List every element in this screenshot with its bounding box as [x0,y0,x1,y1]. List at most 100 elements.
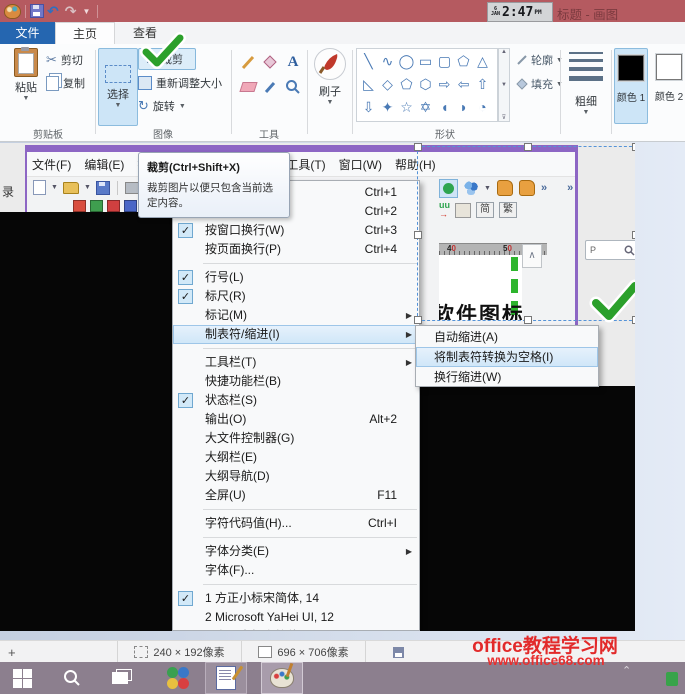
task-view-button[interactable] [98,662,142,694]
shape-cell[interactable]: ◗ [454,96,473,119]
shape-cell[interactable]: ◯ [397,50,416,73]
shape-gallery-scrollbar[interactable]: ▲ ▼ ⊽ [498,48,510,122]
menu-item[interactable]: ✓1 方正小标宋简体, 14 [173,589,419,608]
app-menu-item[interactable]: 工具(T) [286,156,325,173]
menu-item[interactable]: 字体(F)... [173,561,419,580]
shape-cell[interactable]: △ [473,50,492,73]
selection-handle[interactable] [414,143,422,151]
menu-item[interactable]: 字体分类(E)▶ [173,542,419,561]
shape-cell[interactable]: ◺ [359,73,378,96]
delete-icon[interactable] [107,200,120,212]
columns-icon[interactable] [124,200,137,212]
menu-item[interactable]: ✓标尺(R) [173,287,419,306]
menu-item[interactable]: 全屏(U)F11 [173,486,419,505]
resize-button[interactable]: 重新调整大小 [138,73,234,93]
app-menu-item[interactable]: 文件(F) [32,156,71,173]
numbering-icon[interactable] [73,200,86,212]
menu-item[interactable]: 快捷功能栏(B) [173,372,419,391]
menu-item[interactable]: 自动缩进(A) [416,327,598,347]
menu-item-label: 换行缩进(W) [434,370,501,384]
text-icon[interactable]: A [283,52,303,72]
gallery-expand-icon[interactable]: ⊽ [502,114,506,121]
shape-cell[interactable]: ⇧ [473,73,492,96]
menu-item[interactable]: 换行缩进(W) [416,367,598,387]
new-document-icon[interactable] [33,180,46,195]
app-menu-item[interactable]: 窗口(W) [339,156,382,173]
copy-button[interactable]: 复制 [46,73,85,93]
cut-button[interactable]: ✂ 剪切 [46,50,83,70]
qat-dropdown-caret-icon[interactable]: ▼ [82,7,90,16]
shape-cell[interactable]: ╲ [359,50,378,73]
shape-cell[interactable]: ⬠ [454,50,473,73]
shape-cell[interactable]: ∿ [378,50,397,73]
select-button[interactable]: 选择 ▼ [98,48,138,126]
menu-item[interactable]: 按页面换行(P)Ctrl+4 [173,240,419,259]
menu-item[interactable]: 3 方正大标宋简体, 14 [173,627,419,631]
shape-cell[interactable]: ▢ [435,50,454,73]
selection-handle[interactable] [632,231,635,239]
selection-handle[interactable] [524,316,532,324]
shape-cell[interactable]: ◇ [378,73,397,96]
menu-item[interactable]: 将制表符转换为空格(I) [416,347,598,367]
save-icon[interactable] [96,181,110,195]
menu-item[interactable]: ✓按窗口换行(W)Ctrl+3 [173,221,419,240]
outline-button[interactable]: 轮廓▼ [516,52,563,68]
redo-icon[interactable]: ↷ [65,3,77,20]
menu-item[interactable]: 大文件控制器(G) [173,429,419,448]
shape-cell[interactable]: ☆ [397,96,416,119]
scroll-up-icon[interactable]: ▲ [501,49,507,55]
color-picker-icon[interactable] [260,77,280,97]
start-button[interactable] [0,662,45,694]
shape-cell[interactable]: ◔ [473,96,492,119]
menu-item[interactable]: ✓状态栏(S) [173,391,419,410]
selection-handle[interactable] [414,316,422,324]
menu-item[interactable]: 制表符/缩进(I)▶ [173,325,419,344]
taskbar-app-notepad[interactable] [205,662,247,694]
tray-green-icon[interactable] [666,672,678,686]
app-menu-item[interactable]: 编辑(E) [84,156,124,173]
menu-item[interactable]: 字符代码值(H)...Ctrl+I [173,514,419,533]
menu-item[interactable]: 输出(O)Alt+2 [173,410,419,429]
tab-home[interactable]: 主页 [55,22,115,44]
table-icon[interactable] [90,200,103,212]
menu-item[interactable]: 大纲栏(E) [173,448,419,467]
menu-item[interactable]: 标记(M)▶ [173,306,419,325]
taskbar-search-button[interactable] [50,662,94,694]
menu-item[interactable]: 工具栏(T)▶ [173,353,419,372]
shape-cell[interactable]: ✡ [416,96,435,119]
selection-handle[interactable] [524,143,532,151]
fill-bucket-icon[interactable] [260,52,280,72]
shape-cell[interactable]: ⬡ [416,73,435,96]
shape-cell[interactable]: ⇦ [454,73,473,96]
shape-cell[interactable]: ✦ [378,96,397,119]
save-icon[interactable] [30,4,44,18]
magnifier-icon[interactable] [283,77,303,97]
size-button[interactable]: 粗细 ▼ [564,52,608,116]
shape-cell[interactable]: ⇨ [435,73,454,96]
brushes-button[interactable]: 刷子 ▼ [310,48,350,106]
color1-button[interactable]: 颜色 1 [614,48,648,124]
shape-cell[interactable]: ⬠ [397,73,416,96]
undo-icon[interactable]: ↶ [47,3,59,20]
taskbar-app-emeditor[interactable] [158,662,198,694]
eraser-icon[interactable] [238,77,258,97]
selection-handle[interactable] [414,231,422,239]
fill-button[interactable]: 填充▼ [516,76,563,92]
menu-item-label: 快捷功能栏(B) [205,374,281,388]
shape-cell[interactable]: ▭ [416,50,435,73]
tab-file[interactable]: 文件 [0,22,55,44]
open-folder-icon[interactable] [63,182,79,194]
taskbar-app-paint[interactable] [261,662,303,694]
scroll-down-icon[interactable]: ▼ [501,82,507,88]
menu-item[interactable]: 2 Microsoft YaHei UI, 12 [173,608,419,627]
pencil-icon[interactable] [238,52,258,72]
selection-handle[interactable] [632,143,635,151]
shape-cell[interactable]: ⇩ [359,96,378,119]
paste-button[interactable]: 粘贴 ▼ [6,48,46,102]
menu-item[interactable]: 大纲导航(D) [173,467,419,486]
menu-item[interactable]: ✓行号(L) [173,268,419,287]
paint-canvas[interactable]: 文件(F)编辑(E)搜索(S)视图(V)宏(M)工具(T)窗口(W)帮助(H) … [0,143,635,631]
rotate-button[interactable]: ↻ 旋转 ▼ [138,96,208,116]
color2-button[interactable]: 颜色 2 [652,48,685,124]
shape-cell[interactable]: ◖ [435,96,454,119]
